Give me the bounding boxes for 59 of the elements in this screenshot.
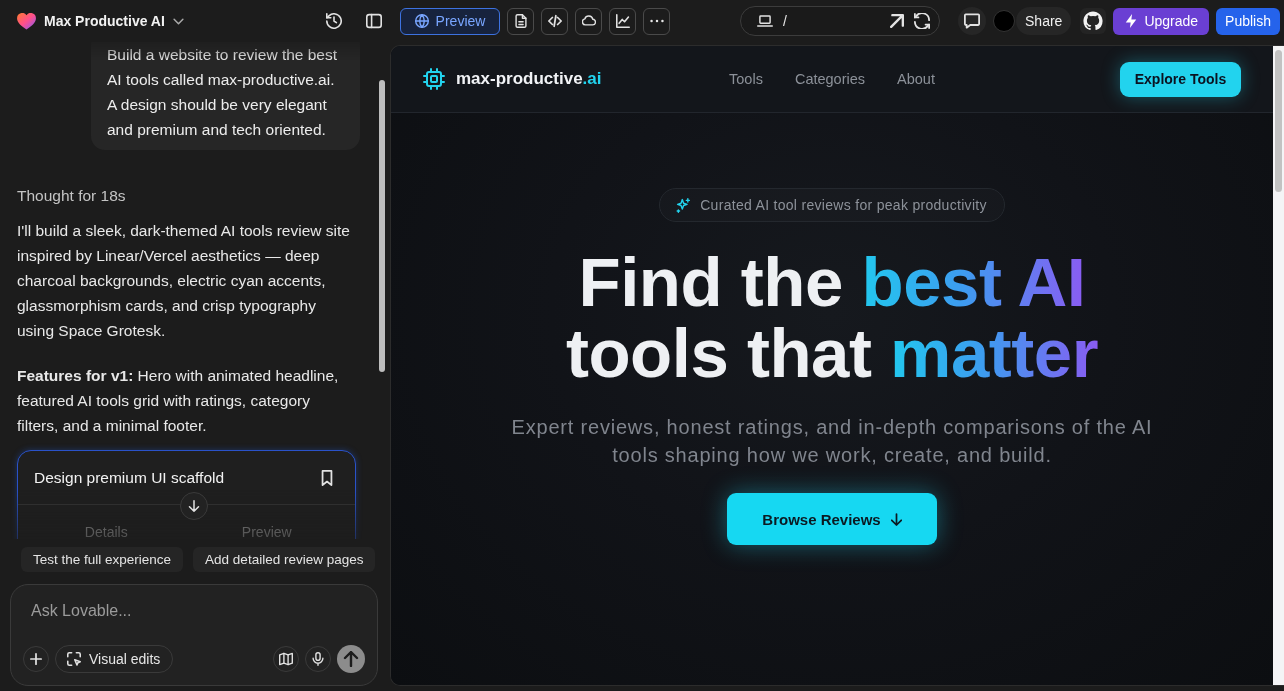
suggestion-chip[interactable]: Add detailed review pages	[193, 547, 376, 572]
heart-logo-icon[interactable]	[17, 12, 36, 30]
select-cursor-icon	[67, 652, 81, 666]
preview-tab[interactable]: Preview	[400, 7, 500, 35]
comment-button[interactable]	[958, 7, 986, 35]
scrollbar-thumb[interactable]	[1275, 50, 1282, 192]
github-button[interactable]	[1080, 8, 1107, 34]
sidebar-icon[interactable]	[366, 13, 382, 29]
brand-name[interactable]: max-productive.ai	[456, 69, 602, 89]
hero-subtitle: Expert reviews, honest ratings, and in-depth comparisons of the AI tools shaping how we work, create, and build.	[510, 415, 1154, 468]
browse-reviews-button[interactable]: Browse Reviews	[727, 493, 937, 545]
cloud-button[interactable]	[575, 7, 602, 35]
hero-headline: Find the best AI tools that matter	[565, 247, 1099, 389]
files-button[interactable]	[507, 7, 534, 35]
refresh-icon[interactable]	[914, 13, 930, 29]
sparkle-icon	[676, 197, 692, 213]
lightning-icon	[1124, 14, 1139, 28]
laptop-icon[interactable]	[757, 13, 773, 29]
arrow-up-right-icon[interactable]	[890, 14, 904, 28]
nav-link[interactable]: Tools	[729, 71, 763, 87]
bookmark-icon[interactable]	[319, 469, 335, 486]
upgrade-button[interactable]: Upgrade	[1113, 7, 1210, 35]
project-name[interactable]: Max Productive AI	[44, 13, 165, 29]
url-field[interactable]: /	[783, 11, 880, 31]
share-button[interactable]: Share	[1016, 7, 1072, 35]
arrow-down-icon	[890, 512, 902, 526]
suggestion-chip[interactable]: Test the full experience	[21, 547, 184, 572]
analytics-button[interactable]	[609, 7, 636, 35]
scrollbar-thumb[interactable]	[379, 80, 385, 372]
user-message: Build a website to review the best AI tools called max-productive.ai. A design should be very elegant and premium and tech oriented.	[91, 42, 360, 150]
arrow-down-icon	[188, 500, 200, 512]
more-button[interactable]	[643, 7, 670, 35]
nav-link[interactable]: Categories	[794, 71, 866, 87]
chevron-down-icon[interactable]	[172, 17, 184, 25]
message-input[interactable]: Ask Lovable...	[23, 599, 365, 623]
github-icon	[1083, 11, 1104, 31]
arrow-up-icon	[343, 651, 359, 667]
code-icon	[547, 14, 562, 28]
cloud-icon	[581, 14, 596, 28]
line-chart-icon	[615, 14, 630, 28]
plus-icon	[30, 653, 42, 665]
address-bar[interactable]: /	[740, 6, 940, 36]
nav-link[interactable]: About	[897, 71, 935, 87]
microphone-icon	[311, 652, 325, 666]
send-button[interactable]	[337, 645, 365, 673]
chip-icon[interactable]	[423, 68, 445, 90]
tagline-text: Curated AI tool reviews for peak productivity	[700, 197, 987, 213]
assistant-message: I'll build a sleek, dark-themed AI tools review site inspired by Linear/Vercel aesthetics — deep charcoal backgrounds, electric cyan accents, glassmorphism cards, and crisp typography using Space Grotesk.	[17, 221, 351, 341]
assistant-message: Features for v1: Hero with animated headline, featured AI tools grid with ratings, category filters, and a minimal footer.	[17, 366, 340, 436]
thought-duration[interactable]: Thought for 18s	[17, 183, 360, 208]
file-icon	[513, 14, 528, 28]
publish-button[interactable]: Publish	[1216, 7, 1280, 35]
history-icon[interactable]	[326, 13, 342, 29]
speech-bubble-icon	[964, 13, 980, 29]
code-button[interactable]	[541, 7, 568, 35]
globe-icon	[414, 14, 429, 28]
explore-tools-button[interactable]: Explore Tools	[1120, 61, 1241, 97]
map-icon	[279, 652, 293, 666]
plan-title: Design premium UI scaffold	[34, 468, 225, 487]
